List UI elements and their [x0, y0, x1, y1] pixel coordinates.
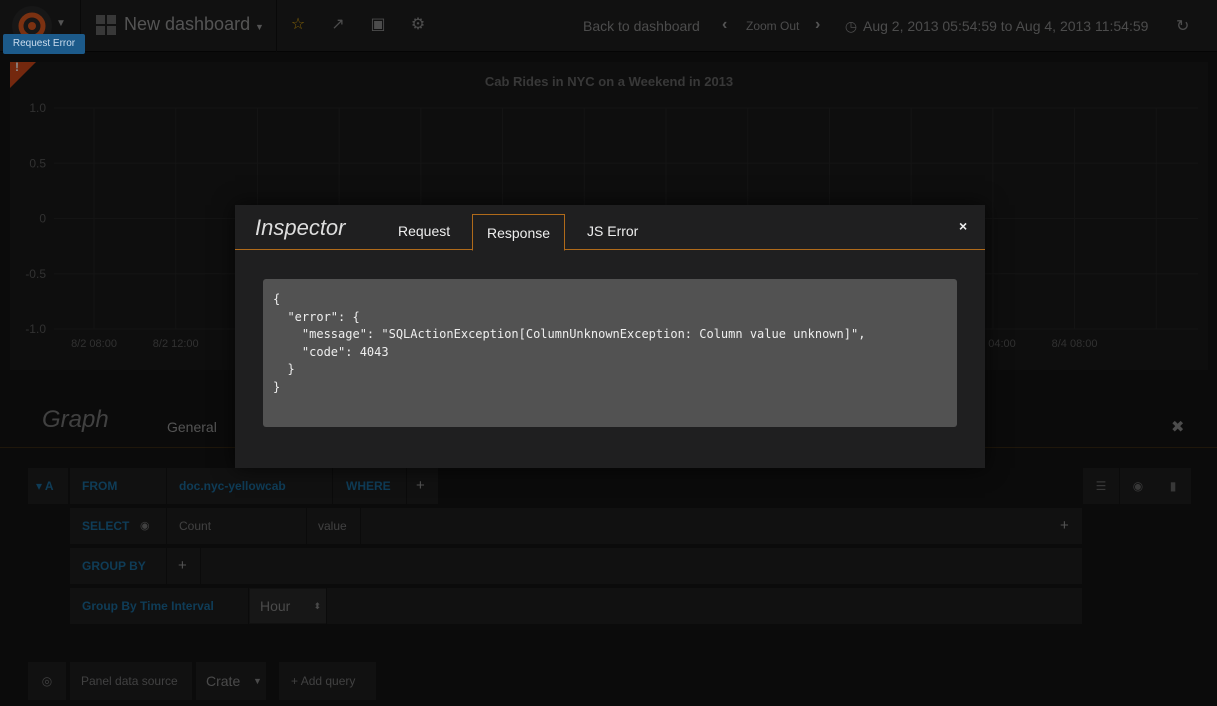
tab-js-error[interactable]: JS Error	[587, 223, 638, 239]
inspector-modal: Inspector Request Response JS Error × { …	[235, 205, 985, 468]
tab-request[interactable]: Request	[398, 223, 450, 239]
inspector-title: Inspector	[255, 215, 346, 240]
tab-response[interactable]: Response	[472, 214, 566, 251]
close-icon[interactable]: ×	[959, 218, 967, 234]
request-error-tooltip: Request Error	[3, 34, 85, 54]
response-code-block: { "error": { "message": "SQLActionExcept…	[263, 279, 957, 427]
response-json: { "error": { "message": "SQLActionExcept…	[273, 292, 866, 394]
